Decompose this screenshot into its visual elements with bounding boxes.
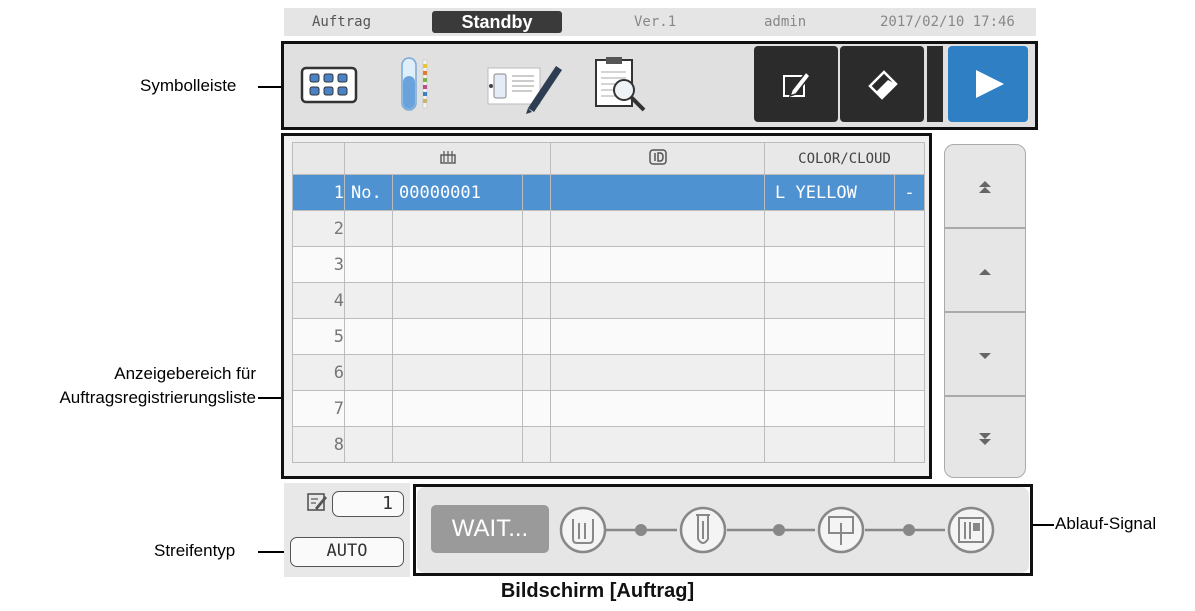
strip-mode-button[interactable]: AUTO [290, 537, 404, 567]
screen-title: Auftrag [312, 14, 372, 30]
flow-frame [413, 484, 1033, 576]
chevron-up-icon [979, 269, 991, 275]
datetime-label: 2017/02/10 17:46 [880, 14, 1015, 30]
strip-edit-icon [307, 493, 327, 511]
scroll-up-button[interactable] [944, 228, 1026, 312]
strip-type-panel: 1 AUTO [284, 483, 410, 577]
figure-caption: Bildschirm [Auftrag] [500, 580, 695, 602]
double-chevron-up-icon [979, 181, 991, 193]
callout-line [258, 551, 284, 553]
scroll-bottom-button[interactable] [944, 396, 1026, 478]
list-frame [281, 133, 932, 479]
status-badge: Standby [432, 11, 562, 33]
status-bar: Auftrag Standby Ver.1 admin 2017/02/10 1… [284, 8, 1036, 36]
callout-symbolleiste: Symbolleiste [140, 76, 237, 95]
strip-count[interactable]: 1 [332, 491, 404, 517]
chevron-down-icon [979, 353, 991, 359]
double-chevron-down-icon [979, 433, 991, 445]
callout-ablauf-signal: Ablauf-Signal [1055, 514, 1157, 533]
user-label: admin [764, 14, 807, 30]
version-label: Ver.1 [634, 14, 677, 30]
callout-line [1032, 524, 1054, 526]
toolbar-frame [281, 41, 1038, 130]
callout-streifentyp: Streifentyp [154, 541, 236, 560]
scroll-down-button[interactable] [944, 312, 1026, 396]
scroll-top-button[interactable] [944, 144, 1026, 228]
callout-list-line2: Auftragsregistrierungsliste [59, 388, 256, 407]
callout-list-line1: Anzeigebereich für [114, 364, 256, 383]
